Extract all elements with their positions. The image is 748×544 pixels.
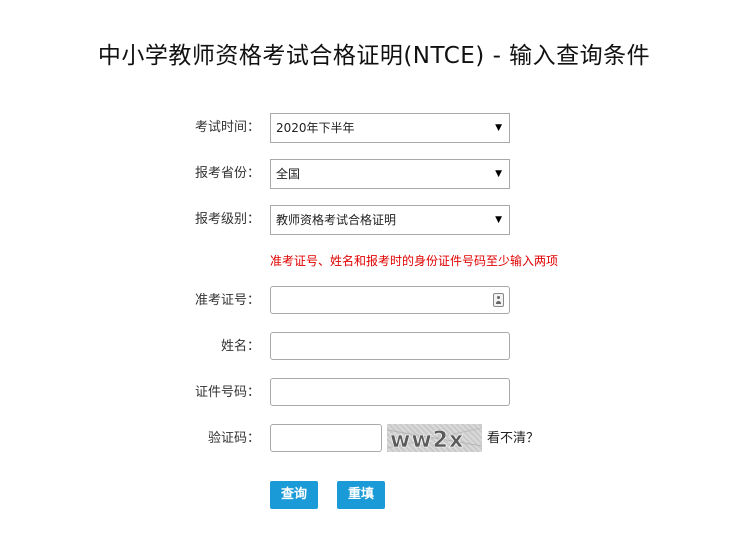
captcha-input[interactable] [270, 424, 382, 452]
name-row: 姓名： [0, 332, 748, 362]
captcha-refresh-link[interactable]: 看不清？ [487, 424, 539, 454]
page-title: 中小学教师资格考试合格证明(NTCE) - 输入查询条件 [97, 43, 651, 69]
id-no-row: 证件号码： [0, 378, 748, 408]
province-label: 报考省份： [194, 166, 260, 181]
input-hint: 准考证号、姓名和报考时的身份证件号码至少输入两项 [270, 254, 559, 268]
id-no-label: 证件号码： [194, 385, 260, 400]
reset-button[interactable]: 重填 [337, 481, 385, 509]
contact-card-icon[interactable] [493, 293, 504, 307]
exam-time-select[interactable]: 2020年下半年 ▼ [270, 113, 510, 143]
level-label: 报考级别： [194, 212, 260, 227]
name-label: 姓名： [220, 339, 260, 354]
ticket-no-input[interactable] [270, 286, 510, 314]
exam-time-row: 考试时间： 2020年下半年 ▼ [0, 113, 748, 143]
dropdown-arrow-icon: ▼ [495, 169, 502, 179]
province-row: 报考省份： 全国 ▼ [0, 159, 748, 189]
id-no-input[interactable] [270, 378, 510, 406]
captcha-row: 验证码： ww2x 看不清？ [0, 424, 748, 454]
exam-time-label: 考试时间： [194, 120, 260, 135]
query-button[interactable]: 查询 [270, 481, 318, 509]
captcha-text: ww2x [390, 428, 464, 452]
province-select-value: 全国 [276, 167, 301, 181]
ticket-no-label: 准考证号： [194, 293, 260, 308]
province-select[interactable]: 全国 ▼ [270, 159, 510, 189]
ticket-no-row: 准考证号： [0, 286, 748, 316]
level-select[interactable]: 教师资格考试合格证明 ▼ [270, 205, 510, 235]
dropdown-arrow-icon: ▼ [495, 215, 502, 225]
captcha-image[interactable]: ww2x [387, 424, 482, 452]
captcha-label: 验证码： [207, 431, 260, 446]
dropdown-arrow-icon: ▼ [495, 123, 502, 133]
level-select-value: 教师资格考试合格证明 [276, 213, 397, 227]
name-input[interactable] [270, 332, 510, 360]
level-row: 报考级别： 教师资格考试合格证明 ▼ [0, 205, 748, 235]
exam-time-select-value: 2020年下半年 [276, 121, 355, 135]
